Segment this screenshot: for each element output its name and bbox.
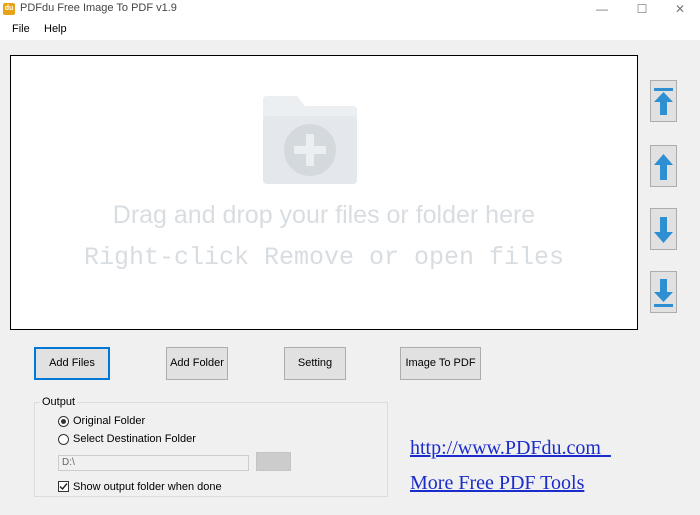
app-icon: du [3,3,15,15]
menu-file[interactable]: File [12,23,30,35]
original-folder-radio[interactable] [58,416,69,427]
checkmark-icon [59,483,68,491]
menu-help[interactable]: Help [44,23,67,35]
pdfdu-website-link[interactable]: http://www.PDFdu.com [410,437,611,460]
drop-hint-line1: Drag and drop your files or folder here [112,201,536,229]
title-bar: du PDFdu Free Image To PDF v1.9 — ☐ ✕ [0,0,700,18]
close-button[interactable]: ✕ [660,0,700,18]
original-folder-label[interactable]: Original Folder [73,415,145,427]
add-files-button[interactable]: Add Files [34,347,110,380]
image-to-pdf-button[interactable]: Image To PDF [400,347,481,380]
add-folder-icon [263,96,357,184]
browse-button [256,452,291,471]
select-destination-radio[interactable] [58,434,69,445]
file-drop-zone[interactable]: Drag and drop your files or folder here … [10,55,638,330]
more-tools-link[interactable]: More Free PDF Tools [410,472,584,495]
move-to-bottom-button[interactable] [650,271,677,313]
move-to-bottom-icon [654,279,673,307]
menu-bar: File Help [0,18,700,40]
show-folder-label[interactable]: Show output folder when done [73,481,222,493]
select-destination-label[interactable]: Select Destination Folder [73,433,196,445]
maximize-button[interactable]: ☐ [622,0,662,18]
move-down-icon [654,217,673,243]
add-folder-button[interactable]: Add Folder [166,347,228,380]
destination-path-field: D:\ [58,455,249,471]
move-up-button[interactable] [650,145,677,187]
output-group-label: Output [40,396,78,408]
window-title: PDFdu Free Image To PDF v1.9 [20,2,177,14]
setting-button[interactable]: Setting [284,347,346,380]
show-folder-checkbox[interactable] [58,481,69,492]
drop-hint-line2: Right-click Remove or open files [83,243,565,272]
move-down-button[interactable] [650,208,677,250]
move-to-top-button[interactable] [650,80,677,122]
move-up-icon [654,154,673,180]
minimize-button[interactable]: — [582,0,622,18]
move-to-top-icon [654,88,673,115]
